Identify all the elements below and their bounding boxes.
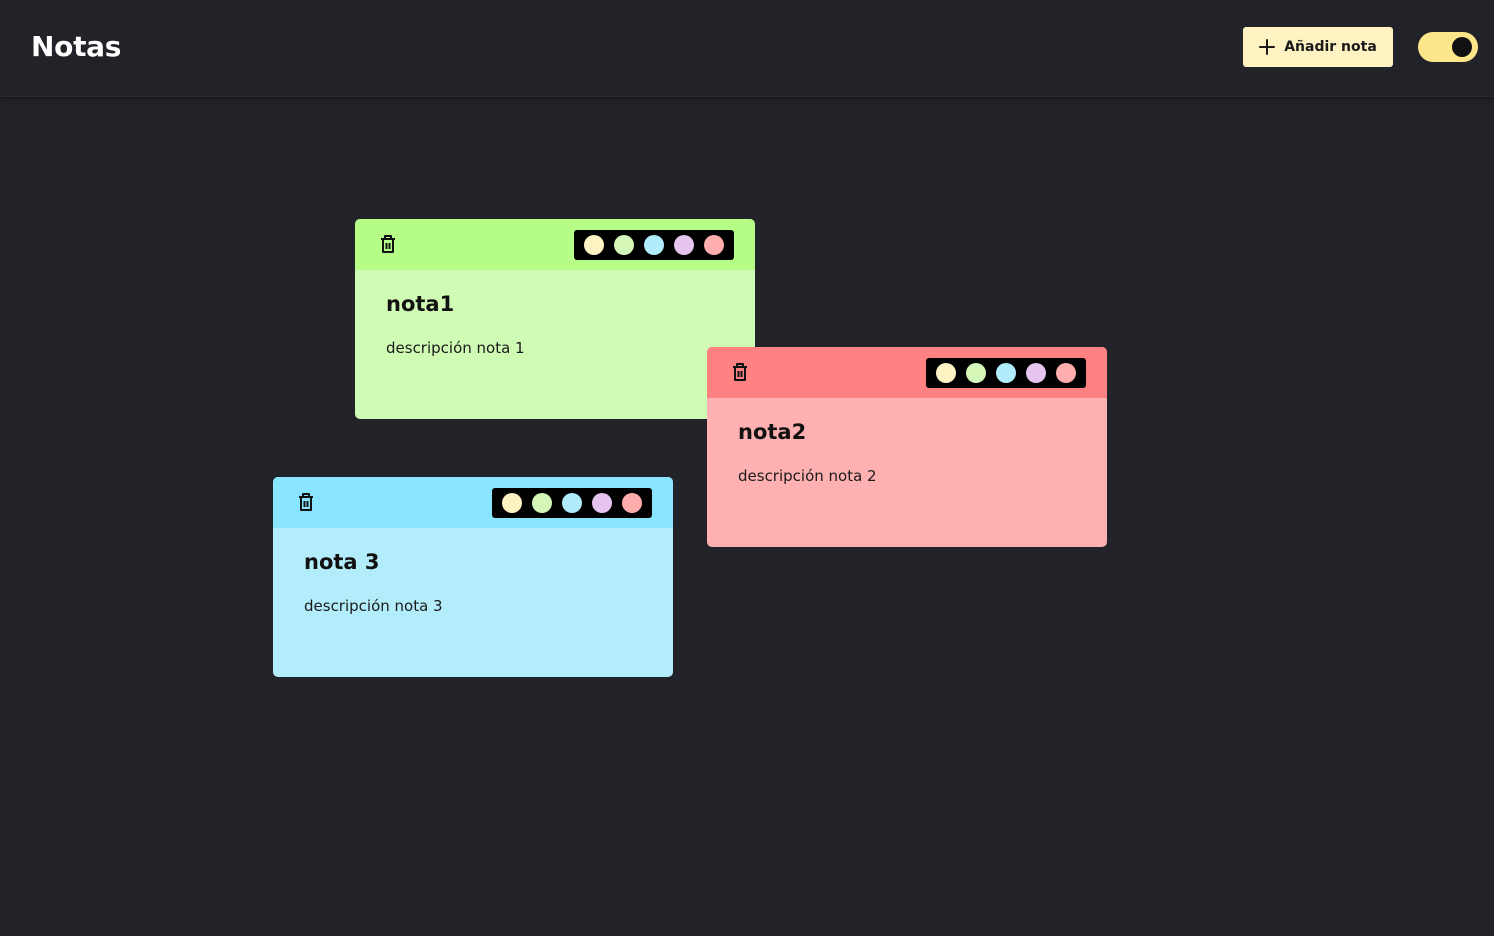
color-swatch-red[interactable] (1056, 363, 1076, 383)
color-swatch-blue[interactable] (644, 235, 664, 255)
note-description[interactable]: descripción nota 3 (304, 596, 443, 616)
note-title[interactable]: nota2 (738, 419, 806, 445)
note-header[interactable] (707, 347, 1107, 398)
add-note-label: Añadir nota (1284, 39, 1377, 55)
color-swatch-red[interactable] (704, 235, 724, 255)
color-swatch-purple[interactable] (674, 235, 694, 255)
note-header[interactable] (355, 219, 755, 270)
color-palette (574, 230, 734, 260)
app-header: Notas Añadir nota (0, 0, 1494, 97)
color-palette (492, 488, 652, 518)
color-swatch-blue[interactable] (996, 363, 1016, 383)
trash-icon[interactable] (377, 233, 399, 255)
note-card[interactable]: nota 3 descripción nota 3 (273, 477, 673, 677)
color-swatch-purple[interactable] (1026, 363, 1046, 383)
toggle-knob (1452, 37, 1472, 57)
plus-icon (1259, 39, 1276, 55)
note-title[interactable]: nota 3 (304, 549, 380, 575)
color-swatch-green[interactable] (532, 493, 552, 513)
theme-toggle[interactable] (1418, 32, 1478, 62)
note-title[interactable]: nota1 (386, 291, 454, 317)
note-description[interactable]: descripción nota 2 (738, 466, 877, 486)
note-card[interactable]: nota1 descripción nota 1 (355, 219, 755, 419)
color-swatch-purple[interactable] (592, 493, 612, 513)
note-card[interactable]: nota2 descripción nota 2 (707, 347, 1107, 547)
color-swatch-yellow[interactable] (584, 235, 604, 255)
color-swatch-green[interactable] (966, 363, 986, 383)
color-swatch-yellow[interactable] (936, 363, 956, 383)
color-swatch-green[interactable] (614, 235, 634, 255)
color-swatch-blue[interactable] (562, 493, 582, 513)
color-swatch-red[interactable] (622, 493, 642, 513)
add-note-button[interactable]: Añadir nota (1243, 27, 1393, 67)
trash-icon[interactable] (729, 361, 751, 383)
note-header[interactable] (273, 477, 673, 528)
app-title: Notas (31, 30, 122, 63)
color-swatch-yellow[interactable] (502, 493, 522, 513)
trash-icon[interactable] (295, 491, 317, 513)
color-palette (926, 358, 1086, 388)
note-description[interactable]: descripción nota 1 (386, 338, 525, 358)
